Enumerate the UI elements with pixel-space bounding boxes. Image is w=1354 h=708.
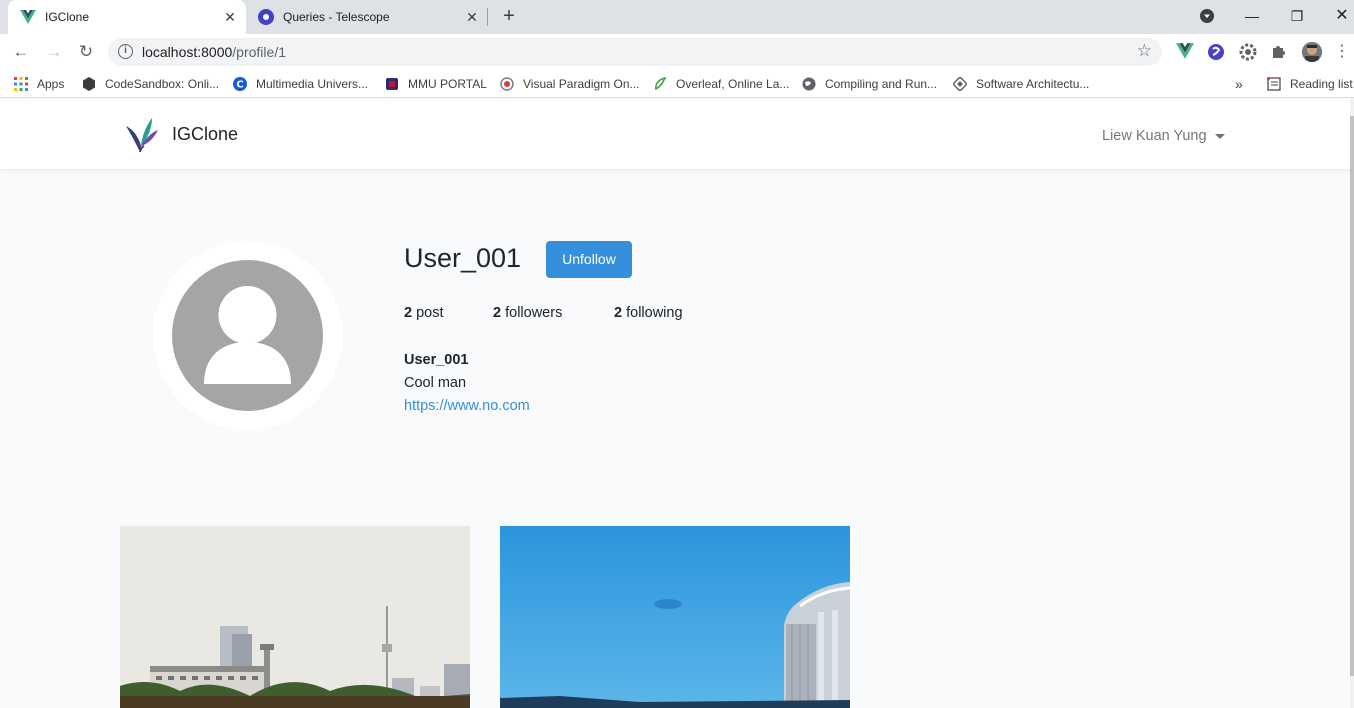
bookmark-mmu-portal[interactable]: MMU PORTAL — [385, 76, 487, 92]
c-logo-icon: C — [233, 77, 247, 91]
vue-icon — [20, 9, 36, 25]
reading-list-icon — [1267, 77, 1281, 91]
posts-stat: 2 post — [404, 305, 444, 321]
apps-grid-icon — [14, 77, 28, 91]
user-menu-label: Liew Kuan Yung — [1102, 128, 1207, 144]
followers-stat[interactable]: 2 followers — [493, 305, 562, 321]
close-tab-icon[interactable]: ✕ — [222, 9, 238, 25]
blue-sky-building-image — [500, 526, 850, 708]
followers-count: 2 — [493, 305, 502, 321]
bookmark-apps[interactable]: Apps — [14, 76, 64, 92]
bio-url-link[interactable]: https://www.no.com — [404, 398, 530, 414]
gear-extension-icon[interactable] — [1239, 43, 1257, 61]
post-thumbnail[interactable] — [120, 526, 470, 708]
bio-title: User_001 — [404, 352, 469, 368]
tab-separator — [487, 8, 488, 26]
tab-title: Queries - Telescope — [283, 10, 390, 24]
bookmark-multimedia-university[interactable]: C Multimedia Univers... — [233, 76, 368, 92]
unfollow-button[interactable]: Unfollow — [546, 241, 632, 278]
following-count: 2 — [614, 305, 623, 321]
profile-avatar-frame — [153, 241, 342, 430]
svg-text:C: C — [236, 80, 243, 91]
browser-tab-strip: IGClone ✕ Queries - Telescope ✕ + — ❐ ✕ — [0, 0, 1354, 34]
bio-description: Cool man — [404, 375, 467, 391]
bookmarks-bar: Apps CodeSandbox: Onli... C Multimedia U… — [0, 70, 1354, 98]
bookmark-codesandbox[interactable]: CodeSandbox: Onli... — [82, 76, 219, 92]
restore-icon[interactable]: ❐ — [1285, 4, 1309, 28]
chrome-menu-icon[interactable]: ⋮ — [1333, 40, 1351, 64]
city-skyline-image — [120, 526, 470, 708]
mmu-icon — [385, 77, 399, 91]
user-menu-dropdown[interactable]: Liew Kuan Yung — [1102, 128, 1225, 144]
followers-label: followers — [505, 305, 563, 321]
following-stat[interactable]: 2 following — [614, 305, 683, 321]
reading-list[interactable]: Reading list — [1267, 76, 1353, 92]
post-thumbnail[interactable] — [500, 526, 850, 708]
back-icon[interactable]: ← — [9, 40, 33, 64]
site-navbar: IGClone Liew Kuan Yung — [0, 98, 1354, 169]
extension-s-icon[interactable] — [1207, 43, 1225, 61]
reload-icon[interactable]: ↻ — [74, 40, 98, 64]
address-url: localhost:8000/profile/1 — [142, 44, 286, 60]
new-tab-icon[interactable]: + — [498, 5, 520, 27]
minimize-icon[interactable]: — — [1240, 4, 1264, 28]
site-info-icon[interactable]: i — [118, 44, 133, 59]
bookmark-overleaf[interactable]: Overleaf, Online La... — [653, 76, 789, 92]
codesandbox-icon — [82, 77, 96, 91]
close-window-icon[interactable]: ✕ — [1330, 4, 1354, 28]
igclone-logo-icon[interactable] — [122, 114, 160, 154]
close-tab-icon[interactable]: ✕ — [464, 9, 480, 25]
bookmark-software-architecture[interactable]: Software Architectu... — [951, 75, 1089, 93]
posts-count: 2 — [404, 305, 413, 321]
visual-paradigm-icon — [500, 77, 514, 91]
scrollbar-thumb[interactable] — [1350, 116, 1354, 676]
puzzle-extensions-icon[interactable] — [1271, 43, 1289, 61]
overleaf-icon — [653, 76, 667, 91]
following-label: following — [626, 305, 683, 321]
bookmark-star-icon[interactable]: ☆ — [1137, 41, 1152, 61]
tab-title: IGClone — [45, 10, 90, 24]
more-bookmarks-icon[interactable]: » — [1235, 76, 1243, 92]
globe-icon — [802, 77, 816, 91]
tab-search-icon[interactable] — [1197, 4, 1217, 28]
browser-toolbar: ← → ↻ i localhost:8000/profile/1 ☆ ⋮ — [0, 34, 1354, 70]
page-scrollbar[interactable] — [1350, 98, 1354, 708]
vue-devtools-icon[interactable] — [1176, 43, 1194, 61]
caret-down-icon — [1214, 133, 1225, 139]
telescope-icon — [258, 9, 274, 25]
diamond-icon — [951, 75, 969, 93]
bookmark-compiling-and-run[interactable]: Compiling and Run... — [802, 76, 937, 92]
tab-telescope[interactable]: Queries - Telescope ✕ — [248, 0, 488, 34]
site-brand[interactable]: IGClone — [172, 124, 238, 145]
tab-igclone[interactable]: IGClone ✕ — [8, 0, 246, 34]
forward-icon[interactable]: → — [42, 40, 66, 64]
default-user-icon — [204, 286, 291, 384]
posts-label: post — [416, 305, 444, 321]
profile-avatar-icon[interactable] — [1302, 42, 1322, 62]
profile-avatar[interactable] — [172, 260, 323, 411]
profile-username: User_001 — [404, 243, 522, 273]
address-bar[interactable]: i localhost:8000/profile/1 ☆ — [108, 38, 1162, 66]
bookmark-visual-paradigm[interactable]: Visual Paradigm On... — [500, 76, 640, 92]
